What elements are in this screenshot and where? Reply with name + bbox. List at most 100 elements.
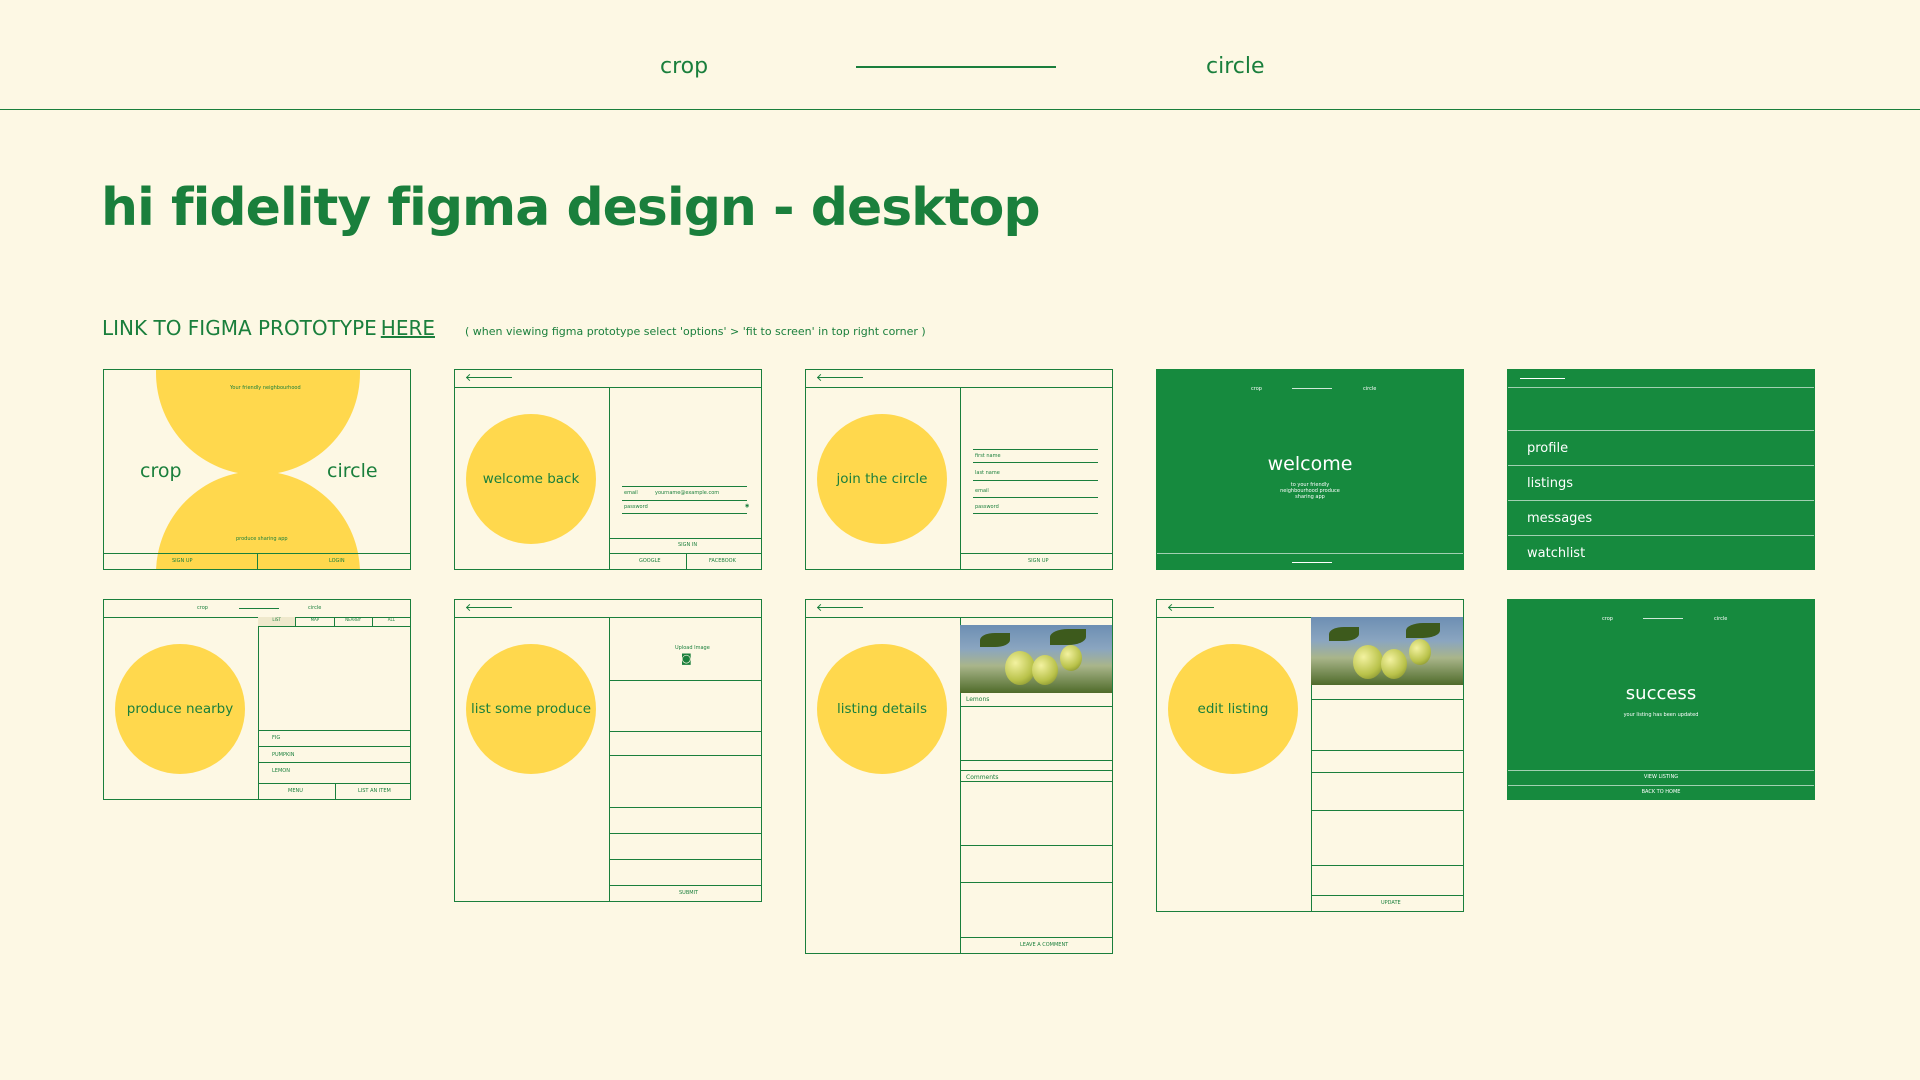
list-submit-button[interactable]: SUBMIT — [679, 890, 698, 896]
produce-row-label[interactable]: LEMON — [272, 768, 290, 774]
produce-footer: MENU LIST AN ITEM — [258, 783, 410, 799]
welcome-title: welcome — [1267, 453, 1353, 475]
success-title: success — [1625, 683, 1697, 704]
login-email-label: email — [624, 490, 638, 496]
signup-screen-card[interactable]: join the circle first name last name ema… — [805, 369, 1113, 570]
signup-circle: join the circle — [817, 414, 947, 544]
listing-item-name: Lemons — [966, 696, 990, 703]
menu-item-label: profile — [1527, 441, 1569, 456]
edit-listing-circle-label: edit listing — [1197, 701, 1269, 717]
list-produce-screen-card[interactable]: list some produce Upload Image ◙ SUBMIT — [454, 599, 762, 902]
upload-image-label: Upload Image — [675, 645, 710, 651]
landing-subtitle: produce sharing app — [236, 536, 288, 542]
listing-details-screen-card[interactable]: listing details Lemons Comments LEAVE A … — [805, 599, 1113, 954]
login-screen-card[interactable]: welcome back email yourname@example.com … — [454, 369, 762, 570]
prototype-link-row: LINK TO FIGMA PROTOTYPE HERE ( when view… — [102, 316, 926, 340]
list-produce-circle-label: list some produce — [470, 701, 592, 717]
signup-button[interactable]: SIGN UP — [1028, 558, 1049, 564]
menu-item-listings[interactable]: listings — [1508, 465, 1814, 500]
back-arrow-icon[interactable] — [467, 377, 512, 378]
list-produce-footer: SUBMIT — [609, 885, 761, 901]
menu-item-label: messages — [1527, 511, 1593, 526]
top-bar: crop circle — [0, 0, 1920, 110]
produce-nearby-screen-card[interactable]: crop circle produce nearby LIST MAP NEAR… — [103, 599, 411, 800]
signup-field-label: first name — [975, 453, 1001, 459]
signup-field-label: email — [975, 488, 989, 494]
welcome-brand-crop: crop — [1251, 386, 1262, 392]
produce-brand-crop: crop — [197, 605, 208, 611]
edit-listing-footer: UPDATE — [1311, 895, 1463, 911]
back-arrow-icon[interactable] — [1520, 378, 1565, 379]
menu-item-label: watchlist — [1527, 546, 1586, 561]
back-to-home-button[interactable]: BACK TO HOME — [1508, 789, 1814, 795]
camera-icon[interactable]: ◙ — [681, 652, 692, 665]
landing-word-crop: crop — [140, 460, 182, 482]
produce-brand-circle: circle — [308, 605, 322, 611]
tab-map[interactable]: MAP — [296, 617, 335, 626]
page-title: hi fidelity figma design - desktop — [101, 178, 1041, 238]
login-google-button[interactable]: GOOGLE — [639, 558, 661, 564]
leave-comment-button[interactable]: LEAVE A COMMENT — [1020, 942, 1068, 948]
menu-screen-card[interactable]: profile listings messages watchlist — [1507, 369, 1815, 570]
signup-footer: SIGN UP — [960, 553, 1112, 569]
landing-word-circle: circle — [327, 460, 378, 482]
view-listing-button[interactable]: VIEW LISTING — [1508, 774, 1814, 780]
signup-field-label: password — [975, 504, 999, 510]
produce-row-label[interactable]: PUMPKIN — [272, 752, 295, 758]
produce-circle: produce nearby — [115, 644, 245, 774]
produce-circle-label: produce nearby — [126, 701, 234, 717]
login-circle-label: welcome back — [482, 471, 580, 487]
list-produce-circle: list some produce — [466, 644, 596, 774]
produce-menu-button[interactable]: MENU — [288, 788, 303, 794]
welcome-brand-circle: circle — [1363, 386, 1377, 392]
prototype-link-label: LINK TO FIGMA PROTOTYPE — [102, 316, 377, 340]
menu-item-profile[interactable]: profile — [1508, 430, 1814, 465]
edit-listing-circle: edit listing — [1168, 644, 1298, 774]
signup-field-label: last name — [975, 470, 1000, 476]
menu-item-label: listings — [1527, 476, 1573, 491]
success-brand-crop: crop — [1602, 616, 1613, 622]
edit-listing-screen-card[interactable]: edit listing UPDATE — [1156, 599, 1464, 912]
landing-signup-button[interactable]: SIGN UP — [172, 558, 193, 564]
welcome-screen-card[interactable]: crop circle welcome to your friendly nei… — [1156, 369, 1464, 570]
prototype-link[interactable]: HERE — [381, 316, 435, 340]
landing-login-button[interactable]: LOGIN — [329, 558, 345, 564]
produce-list-item-button[interactable]: LIST AN ITEM — [358, 788, 391, 794]
brand-circle: circle — [1206, 54, 1265, 79]
landing-tagline: Your friendly neighbourhood — [230, 385, 301, 391]
landing-footer: SIGN UP LOGIN — [104, 553, 410, 569]
produce-tabs: LIST MAP NEARBY ALL — [258, 617, 410, 627]
back-arrow-icon[interactable] — [1169, 607, 1214, 608]
login-signin-button[interactable]: SIGN IN — [678, 542, 697, 548]
prototype-note: ( when viewing figma prototype select 'o… — [465, 325, 926, 338]
listing-details-circle-label: listing details — [837, 701, 927, 717]
brand-crop: crop — [660, 54, 709, 79]
back-arrow-icon[interactable] — [818, 377, 863, 378]
comments-heading: Comments — [966, 774, 999, 781]
listing-details-footer: LEAVE A COMMENT — [960, 937, 1112, 953]
update-button[interactable]: UPDATE — [1381, 900, 1401, 906]
produce-row-label[interactable]: FIG — [272, 735, 280, 741]
login-facebook-button[interactable]: FACEBOOK — [709, 558, 736, 564]
login-password-label: password — [624, 504, 648, 510]
login-email-field[interactable]: yourname@example.com — [655, 490, 719, 496]
login-footer: GOOGLE FACEBOOK — [609, 553, 761, 569]
success-subtitle: your listing has been updated — [1623, 712, 1699, 718]
menu-item-messages[interactable]: messages — [1508, 500, 1814, 535]
login-circle: welcome back — [466, 414, 596, 544]
show-password-icon[interactable]: ◉ — [745, 503, 749, 509]
success-brand-circle: circle — [1714, 616, 1728, 622]
welcome-subtitle: to your friendly neighbourhood produce s… — [1280, 482, 1340, 500]
lemon-photo — [1311, 617, 1463, 685]
tab-nearby[interactable]: NEARBY — [335, 617, 373, 626]
menu-item-watchlist[interactable]: watchlist — [1508, 535, 1814, 569]
listing-details-circle: listing details — [817, 644, 947, 774]
success-screen-card[interactable]: crop circle success your listing has bee… — [1507, 599, 1815, 800]
next-arrow-icon[interactable] — [1292, 562, 1332, 563]
tab-list[interactable]: LIST — [258, 617, 297, 626]
tab-all[interactable]: ALL — [373, 617, 410, 626]
back-arrow-icon[interactable] — [467, 607, 512, 608]
signup-circle-label: join the circle — [836, 471, 928, 487]
back-arrow-icon[interactable] — [818, 607, 863, 608]
landing-screen-card[interactable]: Your friendly neighbourhood crop circle … — [103, 369, 411, 570]
